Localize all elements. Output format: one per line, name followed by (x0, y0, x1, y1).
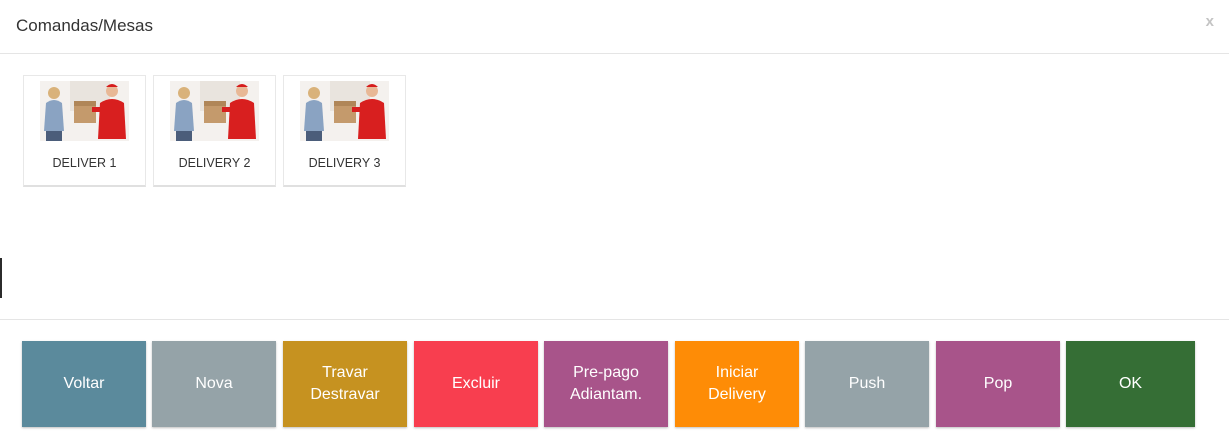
excluir-button[interactable]: Excluir (414, 341, 538, 427)
voltar-button[interactable]: Voltar (22, 341, 146, 427)
table-card-delivery-3[interactable]: DELIVERY 3 (283, 75, 406, 187)
close-icon[interactable]: x (1206, 13, 1214, 30)
pre-pago-button[interactable]: Pre-pago Adiantam. (544, 341, 668, 427)
table-label: DELIVERY 3 (308, 156, 381, 170)
table-card-delivery-1[interactable]: DELIVER 1 (23, 75, 146, 187)
modal-header: Comandas/Mesas x (0, 0, 1229, 54)
iniciar-delivery-button[interactable]: Iniciar Delivery (675, 341, 799, 427)
delivery-image (170, 81, 259, 141)
table-card-delivery-2[interactable]: DELIVERY 2 (153, 75, 276, 187)
pop-button[interactable]: Pop (936, 341, 1060, 427)
push-button[interactable]: Push (805, 341, 929, 427)
modal-title: Comandas/Mesas (16, 16, 154, 35)
tables-grid: DELIVER 1 DELIVERY 2 DELIVERY 3 (0, 54, 1229, 319)
ok-button[interactable]: OK (1066, 341, 1195, 427)
modal-footer: Voltar Nova Travar Destravar Excluir Pre… (0, 319, 1229, 445)
table-label: DELIVERY 2 (178, 156, 251, 170)
delivery-image (40, 81, 129, 141)
travar-destravar-button[interactable]: Travar Destravar (283, 341, 407, 427)
delivery-image (300, 81, 389, 141)
table-label: DELIVER 1 (52, 156, 117, 170)
nova-button[interactable]: Nova (152, 341, 276, 427)
